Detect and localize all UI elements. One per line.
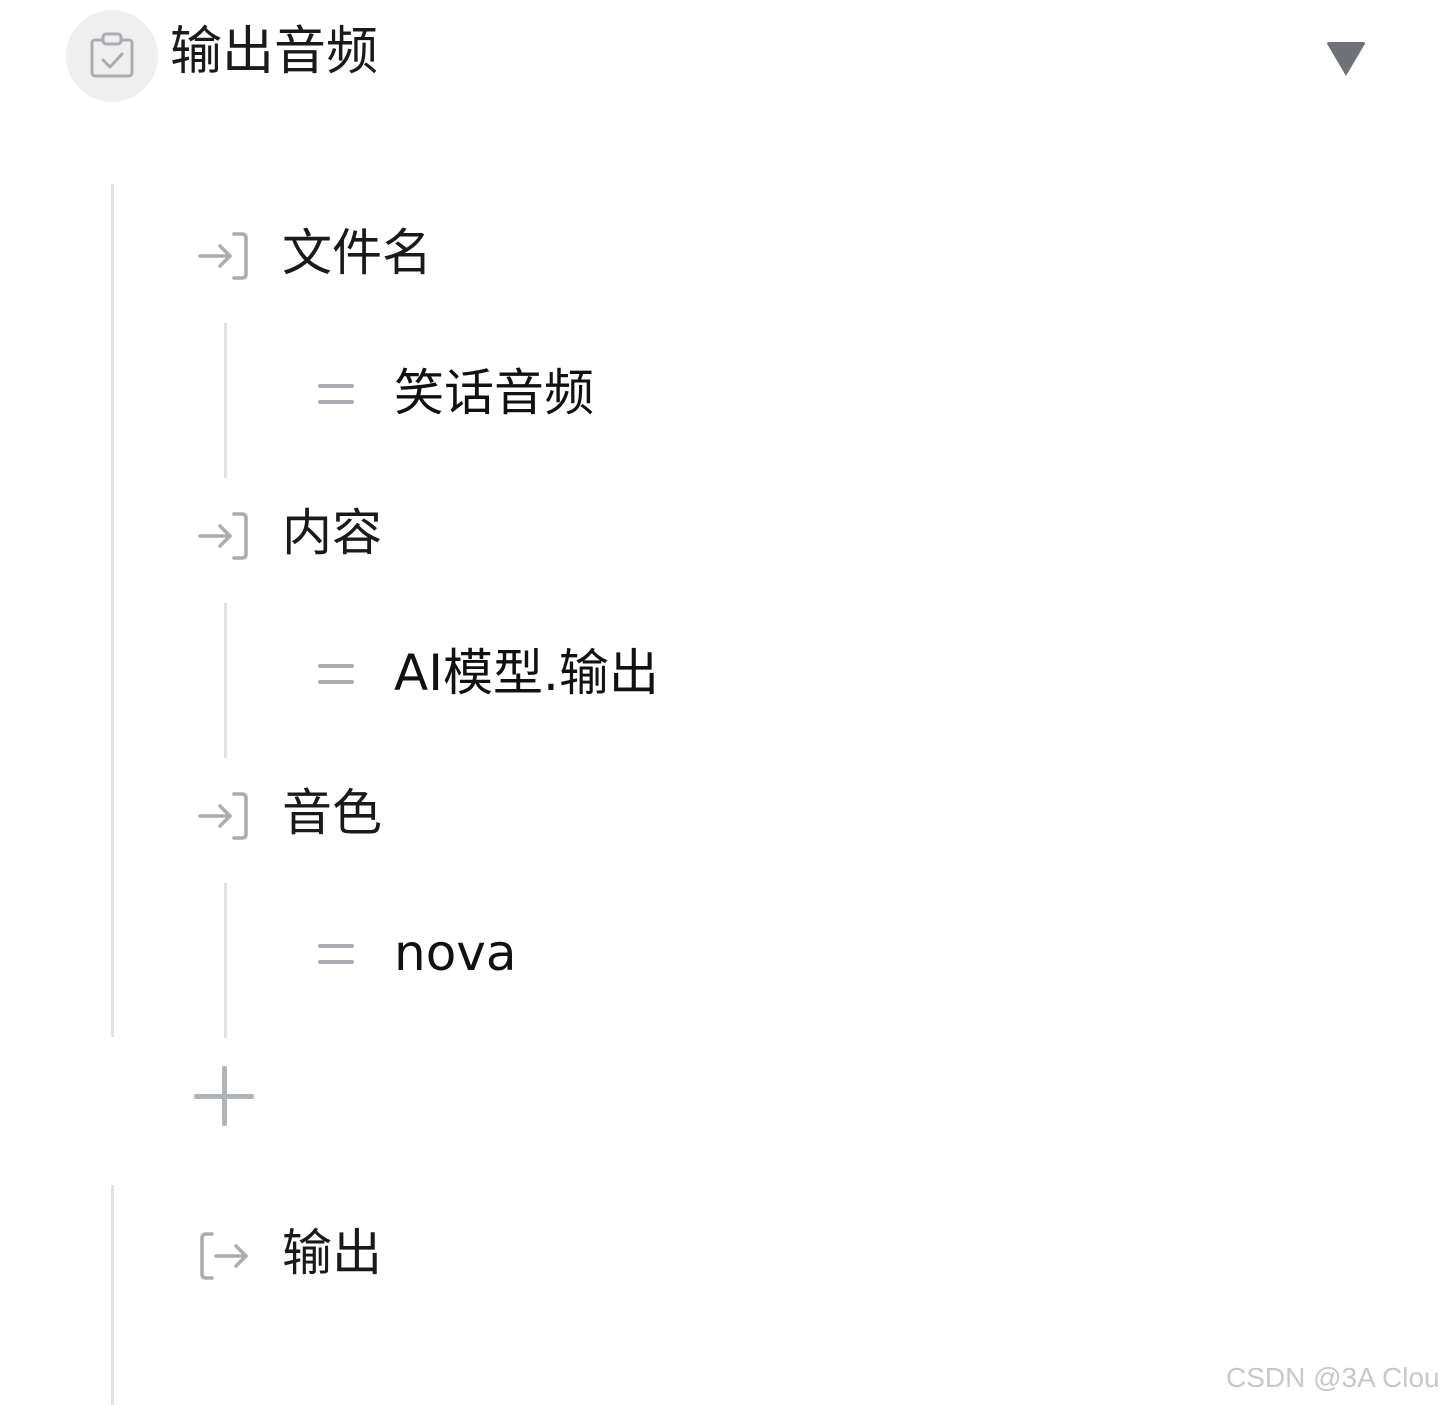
input-arrow-icon — [196, 508, 252, 564]
input-arrow-icon — [196, 788, 252, 844]
tree-line-output — [111, 1185, 114, 1405]
equals-icon — [316, 656, 360, 696]
collapse-button[interactable] — [1318, 36, 1374, 84]
param-value-content[interactable]: AI模型.输出 — [394, 643, 659, 703]
add-param-button[interactable] — [190, 1062, 258, 1130]
param-label-content[interactable]: 内容 — [282, 503, 382, 563]
equals-icon — [316, 936, 360, 976]
clipboard-check-icon — [90, 32, 134, 78]
tree-line-param-2 — [224, 603, 227, 758]
param-label-voice[interactable]: 音色 — [282, 783, 382, 843]
equals-icon — [316, 376, 360, 416]
tree-line-param-3 — [224, 883, 227, 1038]
output-label[interactable]: 输出 — [282, 1223, 382, 1283]
input-arrow-icon — [196, 228, 252, 284]
param-value-filename[interactable]: 笑话音频 — [394, 363, 594, 423]
output-arrow-icon — [196, 1228, 252, 1284]
tree-line-inputs — [111, 184, 114, 1037]
param-value-voice[interactable]: nova — [394, 923, 517, 983]
node-title: 输出音频 — [170, 22, 379, 82]
param-label-filename[interactable]: 文件名 — [282, 223, 432, 283]
triangle-down-icon — [1326, 42, 1366, 76]
node-icon-badge — [66, 10, 158, 102]
watermark: CSDN @3A Cloud — [1226, 1362, 1440, 1393]
tree-line-param-1 — [224, 323, 227, 478]
